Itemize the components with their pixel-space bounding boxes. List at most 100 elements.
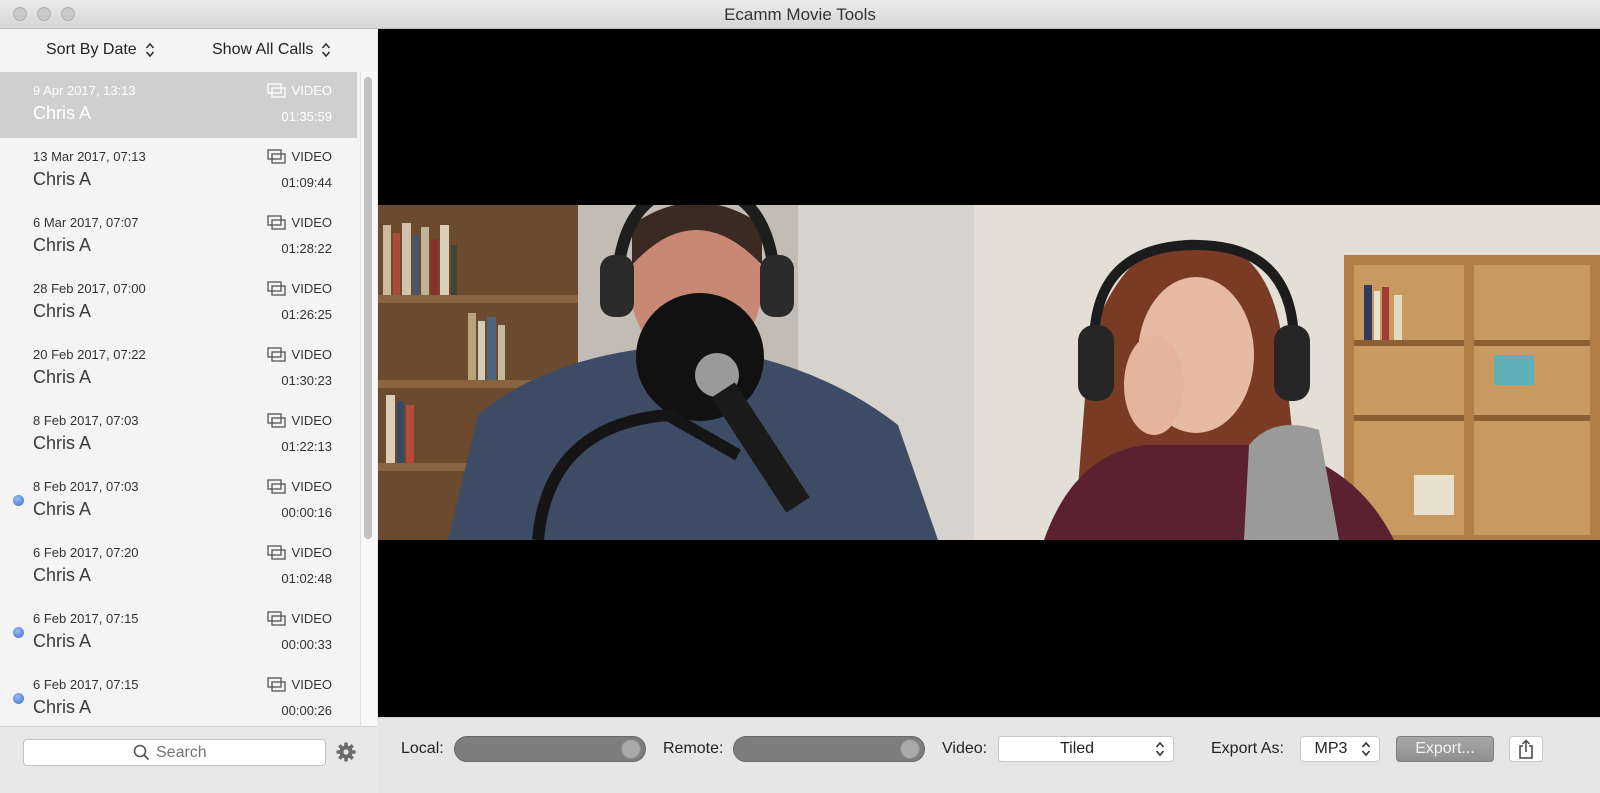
video-call-icon [266, 281, 286, 296]
export-format-value: MP3 [1314, 740, 1348, 757]
call-type: VIDEO [266, 215, 332, 230]
call-date: 13 Mar 2017, 07:13 [33, 149, 146, 164]
call-type: VIDEO [266, 83, 332, 98]
call-date: 6 Feb 2017, 07:15 [33, 677, 139, 692]
call-date: 6 Mar 2017, 07:07 [33, 215, 139, 230]
call-list-item[interactable]: 6 Feb 2017, 07:15 Chris A VIDEO 00:00:33 [0, 600, 357, 666]
call-duration: 00:00:16 [281, 505, 332, 520]
gear-icon[interactable] [335, 741, 357, 763]
sort-popup-label: Sort By Date [46, 41, 137, 58]
remote-video-panel [974, 205, 1600, 540]
call-duration: 00:00:33 [281, 637, 332, 652]
call-list-item[interactable]: 8 Feb 2017, 07:03 Chris A VIDEO 00:00:16 [0, 468, 357, 534]
local-volume-slider[interactable] [454, 736, 646, 762]
remote-volume-slider[interactable] [733, 736, 925, 762]
call-duration: 01:09:44 [281, 175, 332, 190]
call-list-item[interactable]: 20 Feb 2017, 07:22 Chris A VIDEO 01:30:23 [0, 336, 357, 402]
call-duration: 01:30:23 [281, 373, 332, 388]
video-call-icon [266, 677, 286, 692]
search-icon [133, 744, 150, 761]
call-name: Chris A [33, 697, 92, 717]
updown-icon [1361, 741, 1371, 757]
share-button[interactable] [1509, 736, 1543, 762]
video-layout-select[interactable]: Tiled [998, 736, 1174, 762]
scroll-thumb[interactable] [364, 77, 372, 539]
window-title: Ecamm Movie Tools [724, 5, 876, 24]
call-type: VIDEO [266, 149, 332, 164]
unread-dot [13, 495, 24, 506]
call-type: VIDEO [266, 281, 332, 296]
call-type-label: VIDEO [291, 83, 332, 98]
call-list-item[interactable]: 8 Feb 2017, 07:03 Chris A VIDEO 01:22:13 [0, 402, 357, 468]
call-list: 9 Apr 2017, 13:13 Chris A VIDEO 01:35:59 13 … [0, 72, 360, 756]
call-type: VIDEO [266, 545, 332, 560]
call-list-item[interactable]: 6 Mar 2017, 07:07 Chris A VIDEO 01:28:22 [0, 204, 357, 270]
call-name: Chris A [33, 169, 92, 189]
unread-dot [13, 693, 24, 704]
video-call-icon [266, 479, 286, 494]
call-duration: 01:28:22 [281, 241, 332, 256]
call-type-label: VIDEO [291, 413, 332, 428]
remote-label: Remote: [663, 740, 724, 757]
call-type-label: VIDEO [291, 479, 332, 494]
sort-popup[interactable]: Sort By Date [46, 41, 155, 59]
call-type-label: VIDEO [291, 149, 332, 164]
updown-icon [145, 42, 155, 58]
updown-icon [1155, 741, 1165, 757]
app-window: Ecamm Movie Tools Sort By Date Show All … [0, 0, 1600, 793]
call-list-item[interactable]: 13 Mar 2017, 07:13 Chris A VIDEO 01:09:44 [0, 138, 357, 204]
video-call-icon [266, 215, 286, 230]
sort-bar: Sort By Date Show All Calls [0, 29, 377, 72]
call-date: 20 Feb 2017, 07:22 [33, 347, 146, 362]
call-duration: 01:35:59 [281, 109, 332, 124]
call-name: Chris A [33, 235, 92, 255]
video-frame [378, 205, 1600, 540]
call-list-item[interactable]: 28 Feb 2017, 07:00 Chris A VIDEO 01:26:25 [0, 270, 357, 336]
search-field[interactable] [23, 739, 326, 766]
search-input[interactable] [156, 743, 216, 762]
call-type-label: VIDEO [291, 611, 332, 626]
call-date: 8 Feb 2017, 07:03 [33, 413, 139, 428]
call-type: VIDEO [266, 413, 332, 428]
filter-popup-label: Show All Calls [212, 41, 314, 58]
call-duration: 00:00:26 [281, 703, 332, 718]
video-call-icon [266, 149, 286, 164]
call-type-label: VIDEO [291, 347, 332, 362]
share-icon [1519, 739, 1533, 759]
filter-popup[interactable]: Show All Calls [212, 41, 331, 59]
title-bar: Ecamm Movie Tools [0, 0, 1600, 29]
call-type-label: VIDEO [291, 281, 332, 296]
call-type: VIDEO [266, 347, 332, 362]
video-layout-value: Tiled [1059, 740, 1095, 757]
call-name: Chris A [33, 499, 92, 519]
call-type-label: VIDEO [291, 677, 332, 692]
call-duration: 01:02:48 [281, 571, 332, 586]
remote-volume-knob[interactable] [900, 739, 920, 759]
call-name: Chris A [33, 631, 92, 651]
export-format-select[interactable]: MP3 [1300, 736, 1380, 762]
call-list-item[interactable]: 9 Apr 2017, 13:13 Chris A VIDEO 01:35:59 [0, 72, 357, 138]
call-list-item[interactable]: 6 Feb 2017, 07:15 Chris A VIDEO 00:00:26 [0, 666, 357, 732]
unread-dot [13, 627, 24, 638]
call-name: Chris A [33, 301, 92, 321]
call-name: Chris A [33, 367, 92, 387]
video-call-icon [266, 83, 286, 98]
call-type: VIDEO [266, 611, 332, 626]
controls-bar: Local: Remote: Video: Tiled Export As: M… [378, 717, 1600, 793]
video-call-icon [266, 413, 286, 428]
export-button[interactable]: Export... [1396, 736, 1494, 762]
video-call-icon [266, 611, 286, 626]
call-date: 28 Feb 2017, 07:00 [33, 281, 146, 296]
local-volume-knob[interactable] [621, 739, 641, 759]
call-duration: 01:22:13 [281, 439, 332, 454]
call-name: Chris A [33, 565, 92, 585]
video-label: Video: [942, 740, 988, 757]
updown-icon [321, 42, 331, 58]
video-preview[interactable] [378, 29, 1600, 717]
calls-sidebar: Sort By Date Show All Calls 9 Apr 2017, … [0, 29, 377, 793]
local-label: Local: [401, 740, 444, 757]
call-duration: 01:26:25 [281, 307, 332, 322]
call-name: Chris A [33, 103, 92, 123]
call-date: 9 Apr 2017, 13:13 [33, 83, 136, 98]
call-list-item[interactable]: 6 Feb 2017, 07:20 Chris A VIDEO 01:02:48 [0, 534, 357, 600]
